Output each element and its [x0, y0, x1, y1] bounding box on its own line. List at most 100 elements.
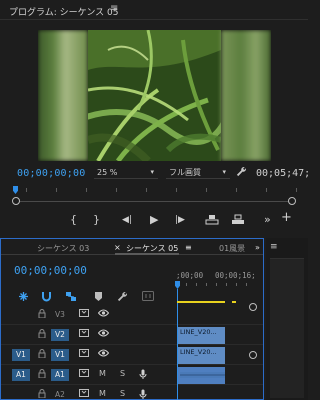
chevron-down-icon: ▾: [150, 168, 154, 176]
ruler-tick: [186, 283, 187, 286]
track-target-a1[interactable]: A1: [51, 369, 69, 381]
more-controls-button[interactable]: »: [264, 213, 271, 226]
scrollbar-left-handle[interactable]: [12, 197, 20, 205]
playback-resolution-select[interactable]: フル画質 ▾: [166, 166, 230, 179]
zoom-select[interactable]: 25 % ▾: [94, 166, 158, 179]
audio-waveform: [180, 372, 225, 378]
track-a2: A2 M S: [1, 385, 263, 400]
ruler-tick: [216, 283, 217, 286]
blurred-background-left: [38, 30, 88, 161]
track-target-v3[interactable]: V3: [51, 309, 69, 321]
ruler-tick: [226, 283, 227, 286]
zoom-scrollbar[interactable]: [12, 197, 296, 205]
mute-button[interactable]: M: [99, 369, 106, 378]
track-target-v2[interactable]: V2: [51, 329, 69, 341]
sync-lock-icon[interactable]: [79, 349, 89, 359]
video-clip[interactable]: LINE_V20...: [177, 327, 225, 344]
sync-lock-icon[interactable]: [79, 309, 89, 319]
eye-icon[interactable]: [97, 349, 110, 359]
chevron-down-icon: ▾: [222, 168, 226, 176]
ruler-tick: [176, 188, 177, 192]
video-preview[interactable]: [38, 30, 271, 161]
ruler-tick: [116, 188, 117, 192]
ruler-tick: [236, 283, 237, 286]
eye-icon[interactable]: [97, 329, 110, 339]
eye-icon[interactable]: [97, 309, 110, 319]
lock-icon[interactable]: [38, 389, 46, 400]
settings-wrench-icon[interactable]: [236, 166, 247, 180]
monitor-time-ruler[interactable]: [12, 186, 302, 194]
solo-button[interactable]: S: [120, 389, 125, 398]
mute-button[interactable]: M: [99, 389, 106, 398]
extract-icon[interactable]: [231, 214, 245, 228]
linked-selection-icon[interactable]: [65, 291, 77, 305]
zoom-value: 25 %: [97, 168, 118, 177]
ruler-tick: [146, 188, 147, 192]
lock-icon[interactable]: [38, 309, 46, 320]
render-status-bar: [177, 301, 225, 303]
video-clip[interactable]: LINE_V20...: [177, 347, 225, 364]
track-v2: V2 LINE_V20...: [1, 325, 263, 345]
source-patch-a1[interactable]: A1: [12, 369, 30, 381]
tab-menu-icon[interactable]: ≡: [185, 243, 192, 252]
ruler-tick: [206, 188, 207, 192]
lift-icon[interactable]: [205, 214, 219, 228]
step-forward-button[interactable]: |▶: [175, 215, 185, 225]
tab-close-icon[interactable]: ×: [114, 243, 121, 252]
track-target-a2[interactable]: A2: [51, 389, 69, 400]
current-timecode[interactable]: 00;00;00;00: [17, 168, 85, 179]
render-status-bar: [232, 301, 236, 303]
microphone-icon[interactable]: [139, 369, 147, 381]
timeline-vertical-scrollbar[interactable]: [249, 303, 257, 398]
timeline-settings-wrench-icon[interactable]: [117, 291, 128, 305]
step-back-button[interactable]: ◀|: [122, 215, 132, 225]
track-target-v1[interactable]: V1: [51, 349, 69, 361]
add-button[interactable]: +: [281, 210, 292, 225]
timeline-ruler[interactable]: [176, 277, 254, 287]
audio-meter: [270, 258, 304, 398]
lock-icon[interactable]: [38, 349, 46, 360]
sync-lock-icon[interactable]: [79, 369, 89, 379]
timeline-panel: シーケンス 03 × シーケンス 05 ≡ 01風景 » 00;00;00;00: [0, 238, 264, 400]
duration-timecode: 00;05;47;: [256, 168, 311, 179]
play-button[interactable]: ▶: [150, 213, 158, 226]
lock-icon[interactable]: [38, 329, 46, 340]
scrollbar-bottom-handle[interactable]: [249, 351, 257, 359]
ruler-tick: [26, 188, 27, 192]
program-monitor: プログラム: シーケンス 05 ≡ 00;00;00;00 25 % ▾ フル画…: [0, 0, 311, 232]
add-marker-icon[interactable]: [94, 291, 103, 305]
ruler-tick: [86, 188, 87, 192]
divider: [0, 19, 308, 20]
tab-sequence-03[interactable]: シーケンス 03: [37, 243, 89, 254]
ruler-tick: [56, 188, 57, 192]
ruler-tick: [296, 188, 297, 192]
tabs-overflow-button[interactable]: »: [255, 243, 260, 252]
mark-out-button[interactable]: }: [93, 213, 100, 226]
mark-in-button[interactable]: {: [70, 213, 77, 226]
lock-icon[interactable]: [38, 369, 46, 380]
track-v1: V1 V1 LINE_V20...: [1, 345, 263, 365]
audio-clip[interactable]: [177, 367, 225, 384]
source-patch-v1[interactable]: V1: [12, 349, 30, 361]
panel-menu-icon[interactable]: ≡: [270, 242, 278, 252]
monitor-menu-icon[interactable]: ≡: [110, 3, 118, 14]
audio-meter-panel: ≡: [266, 238, 308, 400]
microphone-icon[interactable]: [139, 389, 147, 400]
video-frame: [88, 30, 221, 161]
ruler-tick: [236, 188, 237, 192]
scrollbar-right-handle[interactable]: [288, 197, 296, 205]
ruler-tick: [206, 283, 207, 286]
track-v3: V3: [1, 305, 263, 325]
quality-value: フル画質: [169, 168, 201, 177]
captions-icon[interactable]: [142, 291, 154, 304]
ruler-tick: [266, 188, 267, 192]
nest-sequence-icon[interactable]: [18, 291, 29, 305]
scrollbar-top-handle[interactable]: [249, 303, 257, 311]
track-a1: A1 A1 M S: [1, 365, 263, 385]
solo-button[interactable]: S: [120, 369, 125, 378]
sync-lock-icon[interactable]: [79, 329, 89, 339]
sync-lock-icon[interactable]: [79, 389, 89, 399]
tab-01-scenery[interactable]: 01風景: [219, 243, 245, 254]
snap-magnet-icon[interactable]: [41, 291, 52, 305]
timeline-timecode[interactable]: 00;00;00;00: [14, 264, 87, 277]
